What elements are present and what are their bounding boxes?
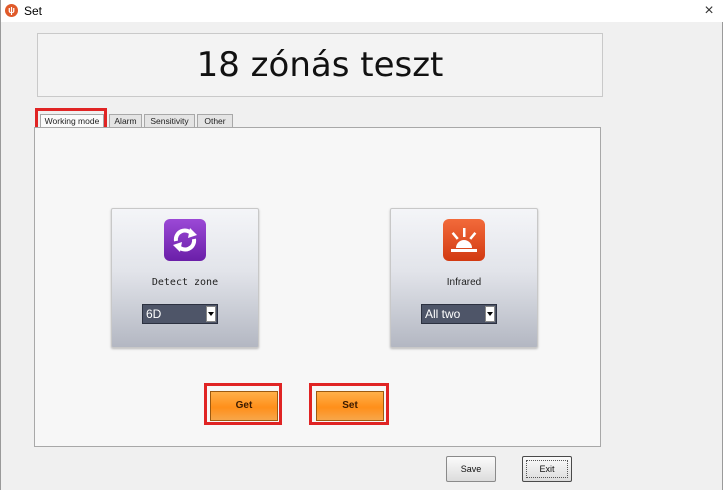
- tab-other[interactable]: Other: [197, 114, 233, 127]
- app-icon: ψ: [5, 4, 18, 17]
- infrared-select[interactable]: All two: [421, 304, 497, 324]
- tab-working-mode[interactable]: Working mode: [40, 114, 104, 127]
- working-mode-panel: Detect zone 6D Infrared All two Get Set: [34, 127, 601, 447]
- detect-zone-card: Detect zone 6D: [111, 208, 259, 348]
- close-icon[interactable]: ×: [698, 0, 720, 22]
- tab-sensitivity[interactable]: Sensitivity: [144, 114, 195, 127]
- set-window: ψ Set × 18 zónás teszt Working mode Alar…: [0, 0, 723, 490]
- chevron-down-icon[interactable]: [206, 306, 216, 322]
- detect-zone-label: Detect zone: [151, 277, 219, 288]
- tab-alarm[interactable]: Alarm: [109, 114, 142, 127]
- exit-button[interactable]: Exit: [522, 456, 572, 482]
- window-title: Set: [24, 4, 43, 18]
- infrared-card: Infrared All two: [390, 208, 538, 348]
- refresh-icon: [164, 219, 206, 261]
- chevron-down-icon[interactable]: [485, 306, 495, 322]
- detect-zone-select[interactable]: 6D: [142, 304, 218, 324]
- page-title: 18 zónás teszt: [196, 45, 444, 85]
- get-button[interactable]: Get: [210, 391, 278, 421]
- infrared-label: Infrared: [446, 277, 482, 288]
- header-box: 18 zónás teszt: [37, 33, 603, 97]
- infrared-value: All two: [425, 307, 461, 321]
- save-button[interactable]: Save: [446, 456, 496, 482]
- sunrise-icon: [443, 219, 485, 261]
- detect-zone-value: 6D: [146, 307, 162, 321]
- title-bar: ψ Set ×: [1, 0, 723, 22]
- set-button[interactable]: Set: [316, 391, 384, 421]
